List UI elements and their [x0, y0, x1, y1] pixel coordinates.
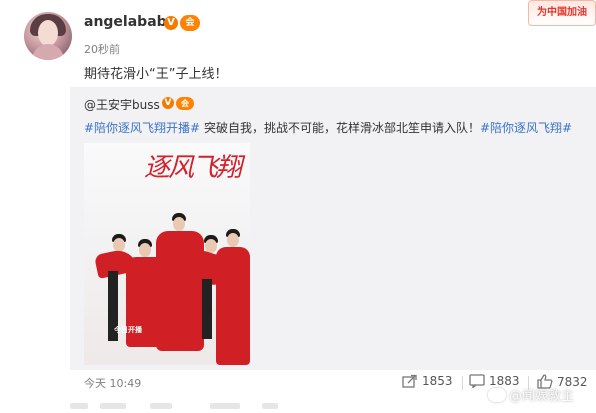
hashtag-link[interactable]: #陪你逐风飞翔# [480, 121, 572, 135]
repost-body: 突破自我，挑战不可能，花样滑冰部北笙申请入队！ [200, 121, 480, 135]
preview-fragment [70, 403, 88, 409]
poster-image[interactable]: 逐风飞翔 今日开播 [84, 143, 250, 365]
preview-fragment [100, 403, 126, 409]
share-count: 1853 [422, 374, 453, 388]
dancer-legs [202, 279, 212, 339]
repost-member-icon[interactable]: 会 [176, 97, 194, 110]
avatar[interactable] [24, 12, 72, 60]
avatar-body [32, 44, 64, 60]
dancer-head [139, 243, 151, 257]
comment-icon [469, 374, 485, 388]
divider [462, 376, 463, 390]
share-icon [402, 374, 417, 388]
footer-timestamp[interactable]: 今天 10:49 [84, 375, 141, 391]
dancer-figure [156, 231, 204, 351]
preview-fragment [210, 403, 240, 409]
poster-banner: 今日开播 [114, 326, 142, 334]
next-post-preview [0, 400, 596, 413]
username[interactable]: angelababy [84, 14, 176, 30]
post-text: 期待花滑小“王”子上线！ [84, 67, 228, 82]
repost-card: @王安宇buss V 会 #陪你逐风飞翔开播# 突破自我，挑战不可能，花样滑冰部… [70, 87, 596, 370]
share-button[interactable]: 1853 [402, 374, 453, 388]
repost-text: #陪你逐风飞翔开播# 突破自我，挑战不可能，花样滑冰部北笙申请入队！#陪你逐风飞… [84, 119, 572, 136]
verified-badge-icon: V [164, 16, 178, 30]
poster-title: 逐风飞翔 [144, 153, 242, 183]
member-badge-icon[interactable]: 会 [180, 15, 200, 31]
promo-badge[interactable]: 为中国加油 [528, 0, 596, 26]
repost-username[interactable]: @王安宇buss [84, 96, 160, 113]
dancer-head [173, 217, 185, 231]
preview-fragment [150, 403, 172, 409]
dancer-head [227, 233, 239, 247]
dancer-figure [216, 247, 250, 365]
avatar-face [38, 20, 58, 46]
repost-verified-icon: V [162, 97, 174, 109]
hashtag-link[interactable]: #陪你逐风飞翔开播# [84, 121, 200, 135]
post-timestamp[interactable]: 20秒前 [84, 41, 120, 57]
preview-fragment [262, 403, 278, 409]
